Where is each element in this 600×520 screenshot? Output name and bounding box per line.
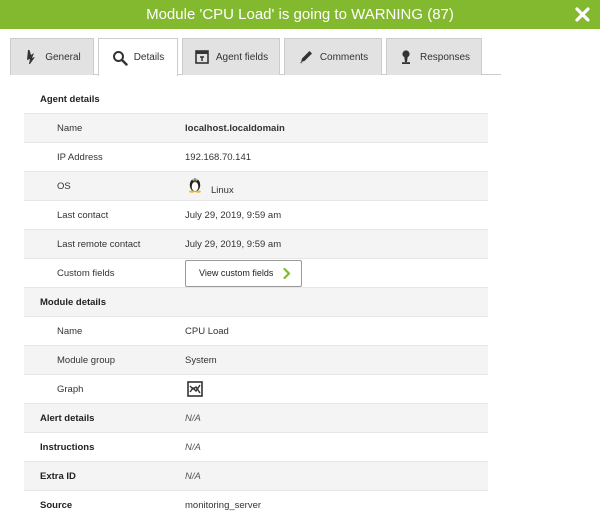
alert-details-label: Alert details [40, 413, 95, 424]
tab-comments[interactable]: Comments [284, 38, 382, 75]
tab-comments-label: Comments [319, 51, 369, 63]
module-name-value: CPU Load [185, 326, 229, 337]
os-label: OS [57, 181, 71, 192]
tab-general[interactable]: General [10, 38, 94, 75]
chart-icon[interactable] [187, 381, 203, 397]
table-row: IP Address 192.168.70.141 [24, 143, 488, 172]
ip-address-value: 192.168.70.141 [185, 152, 252, 163]
last-contact-value: July 29, 2019, 9:59 am [185, 210, 282, 221]
agent-name-label: Name [57, 123, 83, 134]
modal-title: Module 'CPU Load' is going to WARNING (8… [146, 6, 454, 23]
table-row: Extra ID N/A [24, 462, 488, 491]
tab-bar: General Details Agent fields Comments Re… [10, 38, 501, 76]
module-details-header: Module details [24, 288, 488, 317]
details-table: Agent details Name localhost.localdomain… [24, 85, 488, 520]
module-name-label: Name [57, 326, 83, 337]
module-details-heading: Module details [40, 297, 106, 308]
chevron-right-icon [283, 267, 291, 280]
tab-responses[interactable]: Responses [386, 38, 482, 75]
instructions-label: Instructions [40, 442, 95, 453]
table-row: Name CPU Load [24, 317, 488, 346]
form-icon [194, 49, 210, 65]
magnifier-icon [112, 50, 128, 66]
tux-icon [187, 175, 203, 193]
module-group-value: System [185, 355, 217, 366]
table-row: Module group System [24, 346, 488, 375]
tab-details-label: Details [133, 52, 165, 63]
table-row: Instructions N/A [24, 433, 488, 462]
table-row: Name localhost.localdomain [24, 114, 488, 143]
extra-id-label: Extra ID [40, 471, 76, 482]
table-row: Last remote contact July 29, 2019, 9:59 … [24, 230, 488, 259]
extra-id-value: N/A [185, 471, 201, 482]
tab-agent-fields-label: Agent fields [215, 51, 269, 63]
custom-fields-label: Custom fields [57, 268, 115, 279]
table-row: Custom fields View custom fields [24, 259, 488, 288]
table-row: Alert details N/A [24, 404, 488, 433]
view-custom-fields-button[interactable]: View custom fields [185, 260, 302, 287]
last-remote-contact-value: July 29, 2019, 9:59 am [185, 239, 282, 250]
person-icon [398, 49, 414, 65]
table-row: Last contact July 29, 2019, 9:59 am [24, 201, 488, 230]
tab-agent-fields[interactable]: Agent fields [182, 38, 280, 75]
table-row: Source monitoring_server [24, 491, 488, 520]
source-value: monitoring_server [185, 500, 262, 511]
tab-details[interactable]: Details [98, 38, 178, 76]
module-group-label: Module group [57, 355, 116, 366]
pencil-icon [298, 49, 314, 65]
os-text: Linux [211, 185, 234, 196]
graph-label: Graph [57, 384, 84, 395]
tab-responses-label: Responses [419, 51, 471, 63]
flag-icon [23, 49, 39, 65]
ip-address-label: IP Address [57, 152, 103, 163]
alert-details-value: N/A [185, 413, 201, 424]
table-row: Graph [24, 375, 488, 404]
view-custom-fields-label: View custom fields [199, 268, 274, 278]
last-remote-contact-label: Last remote contact [57, 239, 141, 250]
table-row: OS Linux [24, 172, 488, 201]
agent-details-heading: Agent details [40, 94, 100, 105]
source-label: Source [40, 500, 73, 511]
tab-general-label: General [45, 51, 81, 63]
close-icon[interactable] [574, 6, 591, 23]
agent-name-value: localhost.localdomain [185, 123, 285, 134]
instructions-value: N/A [185, 442, 201, 453]
last-contact-label: Last contact [57, 210, 109, 221]
modal-titlebar: Module 'CPU Load' is going to WARNING (8… [0, 0, 600, 29]
agent-details-header: Agent details [24, 85, 488, 114]
